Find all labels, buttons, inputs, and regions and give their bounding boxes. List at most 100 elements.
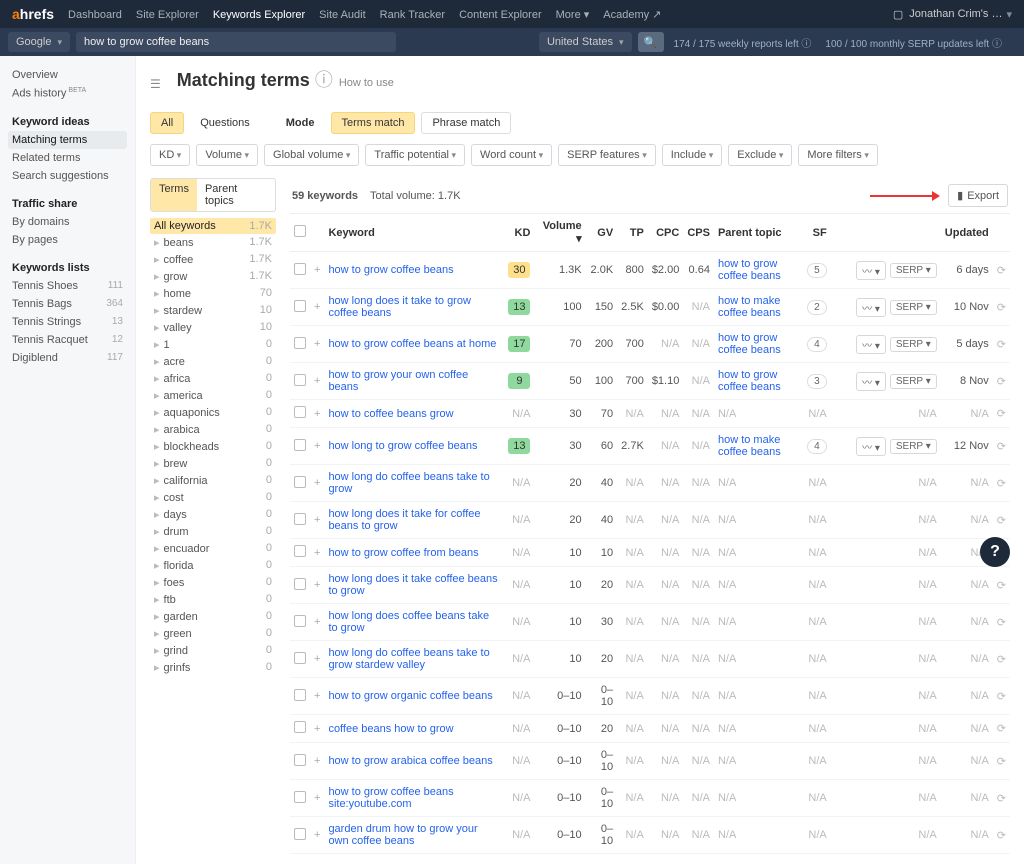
- topnav-more[interactable]: More ▾: [556, 9, 590, 21]
- refresh-icon[interactable]: ⟳: [997, 691, 1006, 703]
- keyword-input[interactable]: how to grow coffee beans: [76, 32, 396, 52]
- list-tennis-strings[interactable]: Tennis Strings13: [8, 313, 127, 331]
- chart-btn[interactable]: 〰 ▾: [856, 372, 886, 391]
- row-checkbox[interactable]: [294, 337, 306, 349]
- parent-topics-tab[interactable]: Parent topics: [197, 179, 275, 211]
- col-cpc[interactable]: CPC: [648, 214, 684, 252]
- keyword-link[interactable]: how to grow arabica coffee beans: [328, 755, 492, 767]
- keyword-link[interactable]: how long does it take coffee beans to gr…: [328, 573, 497, 597]
- row-checkbox[interactable]: [294, 578, 306, 590]
- term-america[interactable]: ▸america0: [150, 387, 276, 404]
- serp-btn[interactable]: SERP ▾: [890, 374, 937, 389]
- filter-word-count[interactable]: Word count: [471, 144, 552, 166]
- term-all-keywords[interactable]: All keywords1.7K: [150, 218, 276, 234]
- keyword-link[interactable]: how long to grow coffee beans: [328, 440, 477, 452]
- term-arabica[interactable]: ▸arabica0: [150, 421, 276, 438]
- menu-icon[interactable]: ☰: [150, 77, 161, 91]
- parent-topic-link[interactable]: how to make coffee beans: [718, 295, 781, 319]
- term-cost[interactable]: ▸cost0: [150, 489, 276, 506]
- row-checkbox[interactable]: [294, 652, 306, 664]
- term-home[interactable]: ▸home70: [150, 285, 276, 302]
- refresh-icon[interactable]: ⟳: [997, 339, 1006, 351]
- refresh-icon[interactable]: ⟳: [997, 723, 1006, 735]
- row-checkbox[interactable]: [294, 439, 306, 451]
- refresh-icon[interactable]: ⟳: [997, 515, 1006, 527]
- add-to-list-icon[interactable]: +: [314, 755, 320, 767]
- col-sf[interactable]: SF: [803, 214, 831, 252]
- keyword-link[interactable]: how to grow coffee beans at home: [328, 338, 496, 350]
- refresh-icon[interactable]: ⟳: [997, 793, 1006, 805]
- add-to-list-icon[interactable]: +: [314, 408, 320, 420]
- keyword-link[interactable]: how to grow coffee beans site:youtube.co…: [328, 786, 453, 810]
- row-checkbox[interactable]: [294, 406, 306, 418]
- term-africa[interactable]: ▸africa0: [150, 370, 276, 387]
- chart-btn[interactable]: 〰 ▾: [856, 261, 886, 280]
- tab-questions[interactable]: Questions: [190, 113, 260, 133]
- row-checkbox[interactable]: [294, 545, 306, 557]
- term-brew[interactable]: ▸brew0: [150, 455, 276, 472]
- term-days[interactable]: ▸days0: [150, 506, 276, 523]
- add-to-list-icon[interactable]: +: [314, 301, 320, 313]
- keyword-link[interactable]: garden drum how to grow your own coffee …: [328, 823, 477, 847]
- topnav-rank-tracker[interactable]: Rank Tracker: [380, 9, 445, 21]
- row-checkbox[interactable]: [294, 513, 306, 525]
- term-encuador[interactable]: ▸encuador0: [150, 540, 276, 557]
- topnav-site-explorer[interactable]: Site Explorer: [136, 9, 199, 21]
- row-checkbox[interactable]: [294, 615, 306, 627]
- add-to-list-icon[interactable]: +: [314, 264, 320, 276]
- col-cps[interactable]: CPS: [683, 214, 714, 252]
- topnav-keywords-explorer[interactable]: Keywords Explorer: [213, 9, 305, 21]
- term-blockheads[interactable]: ▸blockheads0: [150, 438, 276, 455]
- serp-btn[interactable]: SERP ▾: [890, 300, 937, 315]
- keyword-link[interactable]: how to grow your own coffee beans: [328, 369, 468, 393]
- topnav-content-explorer[interactable]: Content Explorer: [459, 9, 542, 21]
- list-tennis-shoes[interactable]: Tennis Shoes111: [8, 277, 127, 295]
- term-grow[interactable]: ▸grow1.7K: [150, 268, 276, 285]
- list-tennis-racquet[interactable]: Tennis Racquet12: [8, 331, 127, 349]
- add-to-list-icon[interactable]: +: [314, 616, 320, 628]
- col-gv[interactable]: GV: [586, 214, 618, 252]
- keyword-link[interactable]: how to grow coffee beans: [328, 264, 453, 276]
- tab-all[interactable]: All: [150, 112, 184, 134]
- col-parent[interactable]: Parent topic: [714, 214, 803, 252]
- keyword-link[interactable]: how long do coffee beans take to grow st…: [328, 647, 489, 671]
- row-checkbox[interactable]: [294, 791, 306, 803]
- term-california[interactable]: ▸california0: [150, 472, 276, 489]
- refresh-icon[interactable]: ⟳: [997, 756, 1006, 768]
- term-stardew[interactable]: ▸stardew10: [150, 302, 276, 319]
- help-fab[interactable]: ?: [980, 537, 1010, 567]
- serp-btn[interactable]: SERP ▾: [890, 337, 937, 352]
- terms-tab[interactable]: Terms: [151, 179, 197, 211]
- add-to-list-icon[interactable]: +: [314, 440, 320, 452]
- filter-global-volume[interactable]: Global volume: [264, 144, 359, 166]
- row-checkbox[interactable]: [294, 263, 306, 275]
- topnav-site-audit[interactable]: Site Audit: [319, 9, 365, 21]
- keyword-link[interactable]: how long does it take for coffee beans t…: [328, 508, 480, 532]
- term-drum[interactable]: ▸drum0: [150, 523, 276, 540]
- add-to-list-icon[interactable]: +: [314, 338, 320, 350]
- add-to-list-icon[interactable]: +: [314, 723, 320, 735]
- term-1[interactable]: ▸10: [150, 336, 276, 353]
- term-florida[interactable]: ▸florida0: [150, 557, 276, 574]
- row-checkbox[interactable]: [294, 828, 306, 840]
- term-green[interactable]: ▸green0: [150, 625, 276, 642]
- term-ftb[interactable]: ▸ftb0: [150, 591, 276, 608]
- refresh-icon[interactable]: ⟳: [997, 580, 1006, 592]
- logo[interactable]: ahrefs: [12, 6, 54, 22]
- row-checkbox[interactable]: [294, 300, 306, 312]
- how-to-use-link[interactable]: How to use: [339, 77, 394, 89]
- nav-by-pages[interactable]: By pages: [8, 231, 127, 249]
- keyword-link[interactable]: how long does coffee beans take to grow: [328, 610, 489, 634]
- nav-by-domains[interactable]: By domains: [8, 213, 127, 231]
- add-to-list-icon[interactable]: +: [314, 690, 320, 702]
- select-all-checkbox[interactable]: [294, 225, 306, 237]
- term-valley[interactable]: ▸valley10: [150, 319, 276, 336]
- refresh-icon[interactable]: ⟳: [997, 408, 1006, 420]
- sf-badge[interactable]: 3: [807, 374, 827, 389]
- nav-search-suggestions[interactable]: Search suggestions: [8, 167, 127, 185]
- col-volume[interactable]: Volume ▾: [534, 214, 585, 252]
- add-to-list-icon[interactable]: +: [314, 547, 320, 559]
- country-select[interactable]: United States: [539, 32, 632, 52]
- add-to-list-icon[interactable]: +: [314, 375, 320, 387]
- export-button[interactable]: ▮Export: [948, 184, 1008, 207]
